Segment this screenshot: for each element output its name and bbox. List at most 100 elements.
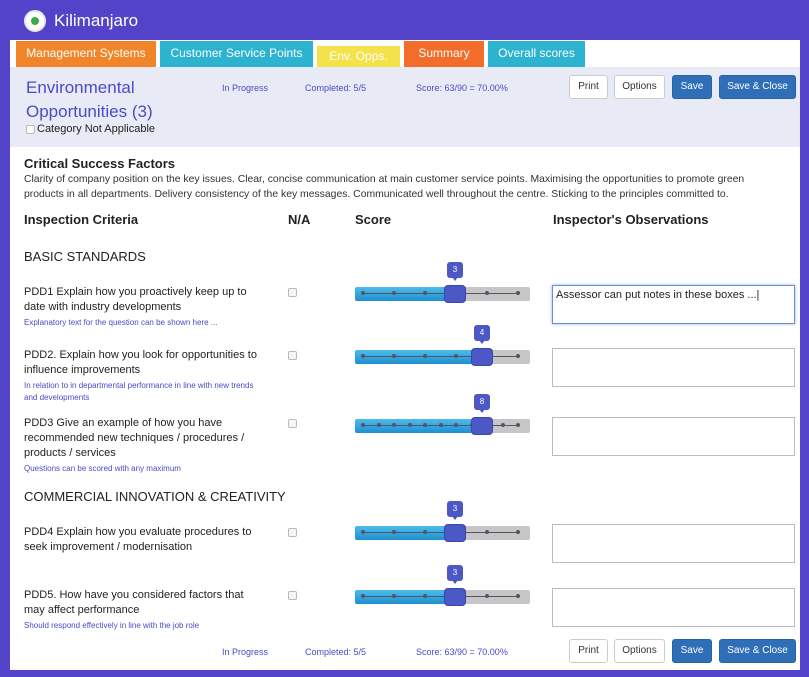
- score-bubble: 8: [474, 394, 490, 413]
- category-na-checkbox[interactable]: [26, 124, 35, 134]
- completed-top: Completed: 5/5: [305, 83, 367, 93]
- question-label: PDD4 Explain how you evaluate procedures…: [24, 526, 252, 553]
- slider-tick: [392, 594, 396, 598]
- category-not-applicable: Category Not Applicable: [26, 123, 155, 135]
- slider-tick: [501, 423, 505, 427]
- title-bar: Kilimanjaro: [0, 0, 809, 40]
- question-text: PDD4 Explain how you evaluate procedures…: [24, 525, 264, 555]
- slider-fill: [355, 287, 456, 301]
- slider-handle[interactable]: [444, 285, 466, 303]
- score-bubble: 4: [474, 325, 490, 344]
- save-close-button-top[interactable]: Save & Close: [719, 75, 796, 99]
- slider-tick: [454, 354, 458, 358]
- score-slider[interactable]: 4: [355, 325, 530, 366]
- question-label: PDD5. How have you considered factors th…: [24, 589, 244, 616]
- slider-line: [363, 293, 520, 294]
- slider-tick: [361, 291, 365, 295]
- score-slider[interactable]: 3: [355, 501, 530, 542]
- slider-tick: [439, 423, 443, 427]
- csf-heading: Critical Success Factors: [24, 156, 176, 171]
- app-logo-icon: [24, 10, 46, 32]
- observations-field[interactable]: [552, 417, 795, 456]
- category-na-label: Category Not Applicable: [37, 123, 156, 135]
- slider-tick: [423, 291, 427, 295]
- observations-field[interactable]: [552, 348, 795, 387]
- section-commercial-innovation: COMMERCIAL INNOVATION & CREATIVITY: [24, 489, 286, 504]
- column-na: N/A: [288, 212, 311, 227]
- observations-field[interactable]: [552, 524, 795, 563]
- slider-fill: [355, 350, 483, 364]
- tab-env-opps[interactable]: Env. Opps.: [317, 46, 400, 67]
- score-slider[interactable]: 3: [355, 565, 530, 606]
- save-close-button-bottom[interactable]: Save & Close: [719, 639, 796, 663]
- slider-tick: [485, 291, 489, 295]
- question-label: PDD2. Explain how you look for opportuni…: [24, 349, 257, 376]
- slider-handle[interactable]: [444, 588, 466, 606]
- page-title: Environmental Opportunities (3): [26, 78, 153, 121]
- save-button-bottom[interactable]: Save: [672, 639, 712, 663]
- slider-tick: [516, 354, 520, 358]
- status-bottom: In Progress: [222, 647, 269, 657]
- tab-summary[interactable]: Summary: [404, 41, 484, 67]
- status-top: In Progress: [222, 83, 269, 93]
- slider-fill: [355, 526, 456, 540]
- slider-tick: [392, 423, 396, 427]
- slider-fill: [355, 590, 456, 604]
- slider-handle[interactable]: [444, 524, 466, 542]
- slider-tick: [361, 354, 365, 358]
- observations-field[interactable]: Assessor can put notes in these boxes ..…: [552, 285, 795, 324]
- column-criteria: Inspection Criteria: [24, 212, 139, 227]
- slider-line: [363, 532, 520, 533]
- column-observations: Inspector's Observations: [553, 212, 709, 227]
- slider-tick: [377, 423, 381, 427]
- print-button-top[interactable]: Print: [569, 75, 608, 99]
- score-bottom: Score: 63/90 = 70.00%: [416, 647, 508, 657]
- tab-overall-scores[interactable]: Overall scores: [488, 41, 585, 67]
- na-checkbox[interactable]: [288, 591, 297, 600]
- slider-tick: [423, 423, 427, 427]
- slider-tick: [423, 530, 427, 534]
- question-text: PDD3 Give an example of how you have rec…: [24, 416, 264, 475]
- slider-fill: [355, 419, 483, 433]
- slider-tick: [361, 423, 365, 427]
- completed-bottom: Completed: 5/5: [305, 647, 367, 657]
- section-basic-standards: BASIC STANDARDS: [24, 249, 146, 264]
- column-score: Score: [355, 212, 392, 227]
- csf-text: Clarity of company position on the key i…: [24, 174, 745, 200]
- slider-handle[interactable]: [471, 348, 493, 366]
- slider-tick: [392, 354, 396, 358]
- question-note: In relation to in departmental performan…: [24, 381, 254, 402]
- question-label: PDD3 Give an example of how you have rec…: [24, 417, 245, 459]
- slider-tick: [408, 423, 412, 427]
- question-text: PDD5. How have you considered factors th…: [24, 588, 264, 632]
- question-label: PDD1 Explain how you proactively keep up…: [24, 286, 247, 313]
- slider-line: [363, 356, 520, 357]
- tab-management-systems[interactable]: Management Systems: [16, 41, 156, 67]
- na-checkbox[interactable]: [288, 419, 297, 428]
- question-note: Should respond effectively in line with …: [24, 621, 200, 630]
- slider-tick: [423, 354, 427, 358]
- slider-handle[interactable]: [471, 417, 493, 435]
- slider-tick: [485, 530, 489, 534]
- app-title: Kilimanjaro: [54, 11, 139, 30]
- options-button-bottom[interactable]: Options: [614, 639, 665, 663]
- print-button-bottom[interactable]: Print: [569, 639, 608, 663]
- na-checkbox[interactable]: [288, 351, 297, 360]
- slider-tick: [454, 423, 458, 427]
- na-checkbox[interactable]: [288, 288, 297, 297]
- score-bubble: 3: [447, 501, 463, 520]
- save-button-top[interactable]: Save: [672, 75, 712, 99]
- tab-customer-service-points[interactable]: Customer Service Points: [160, 41, 313, 67]
- score-bubble: 3: [447, 262, 463, 281]
- observations-field[interactable]: [552, 588, 795, 627]
- slider-tick: [516, 291, 520, 295]
- na-checkbox[interactable]: [288, 528, 297, 537]
- score-slider[interactable]: 8: [355, 394, 530, 435]
- question-text: PDD1 Explain how you proactively keep up…: [24, 285, 264, 329]
- slider-tick: [516, 423, 520, 427]
- question-note: Questions can be scored with any maximum: [24, 464, 181, 473]
- score-top: Score: 63/90 = 70.00%: [416, 83, 508, 93]
- slider-tick: [361, 530, 365, 534]
- options-button-top[interactable]: Options: [614, 75, 665, 99]
- score-slider[interactable]: 3: [355, 262, 530, 303]
